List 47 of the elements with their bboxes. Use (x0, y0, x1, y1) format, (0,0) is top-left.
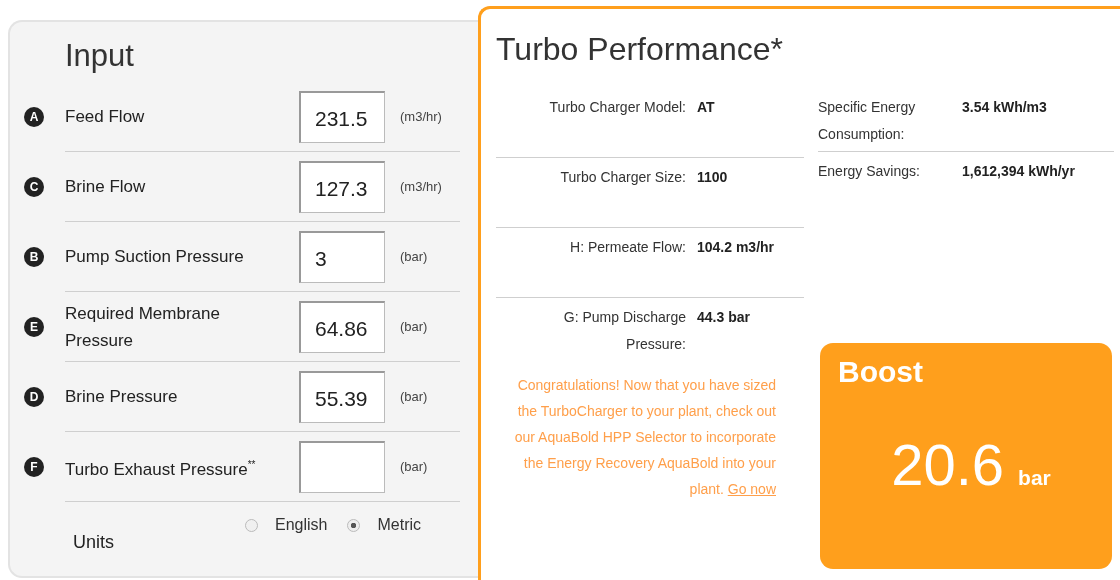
field-label: Required Membrane Pressure (65, 302, 221, 352)
boost-title: Boost (838, 355, 924, 389)
panel-title: Turbo Performance* (496, 31, 784, 68)
input-field[interactable]: 127.3 (299, 160, 385, 213)
boost-value: 20.6 (891, 431, 1005, 498)
letter-badge: A (24, 107, 44, 127)
result-label: Specific Energy Consumption: (818, 98, 917, 144)
result-value: 104.2 m3/hr (697, 238, 775, 257)
units-label: Units (73, 532, 115, 553)
field-label: Turbo Exhaust Pressure$^{**}$ (65, 457, 257, 481)
result-label: Turbo Charger Model: (548, 98, 686, 117)
result-value: AT (697, 98, 715, 117)
input-field[interactable]: 231.5 (299, 90, 385, 143)
result-label: G: Pump Discharge Pressure: (562, 308, 686, 354)
field-label: Pump Suction Pressure (65, 246, 245, 268)
unit-label: (bar) (400, 319, 428, 334)
field-label: Brine Pressure (65, 386, 179, 408)
unit-label: (m3/hr) (400, 179, 442, 194)
input-field[interactable]: 3 (299, 230, 385, 283)
result-value: 1100 (697, 168, 728, 187)
radio-button[interactable] (347, 518, 361, 532)
promo-message: Congratulations! Now that you have sized the TurboCharger to your plant, check out our AquaBold HPP Selector to incorporate the Energy Recovery AquaBold into your plant. Go now (513, 376, 776, 499)
radio-label: English (275, 516, 328, 534)
input-field[interactable]: 55.39 (299, 370, 385, 423)
unit-label: (bar) (400, 459, 428, 474)
result-label: Energy Savings: (818, 162, 921, 181)
field-label: Feed Flow (65, 106, 146, 128)
letter-badge: F (24, 457, 44, 477)
letter-badge: D (24, 387, 44, 407)
input-field[interactable] (299, 440, 385, 493)
boost-unit: bar (1018, 466, 1051, 490)
result-label: Turbo Charger Size: (559, 168, 686, 187)
unit-label: (m3/hr) (400, 109, 442, 124)
letter-badge: E (24, 317, 44, 337)
unit-label: (bar) (400, 389, 428, 404)
result-value: 1,612,394 kWh/yr (962, 162, 1075, 181)
letter-badge: C (24, 177, 44, 197)
radio-label: Metric (377, 516, 422, 534)
unit-label: (bar) (400, 249, 428, 264)
result-value: 3.54 kWh/m3 (962, 98, 1047, 117)
result-label: H: Permeate Flow: (569, 238, 686, 257)
input-field[interactable]: 64.86 (299, 300, 385, 353)
panel-title: Input (65, 38, 135, 74)
result-value: 44.3 bar (697, 308, 750, 327)
radio-button[interactable] (245, 518, 258, 532)
field-label: Brine Flow (65, 176, 147, 198)
letter-badge: B (24, 247, 44, 267)
